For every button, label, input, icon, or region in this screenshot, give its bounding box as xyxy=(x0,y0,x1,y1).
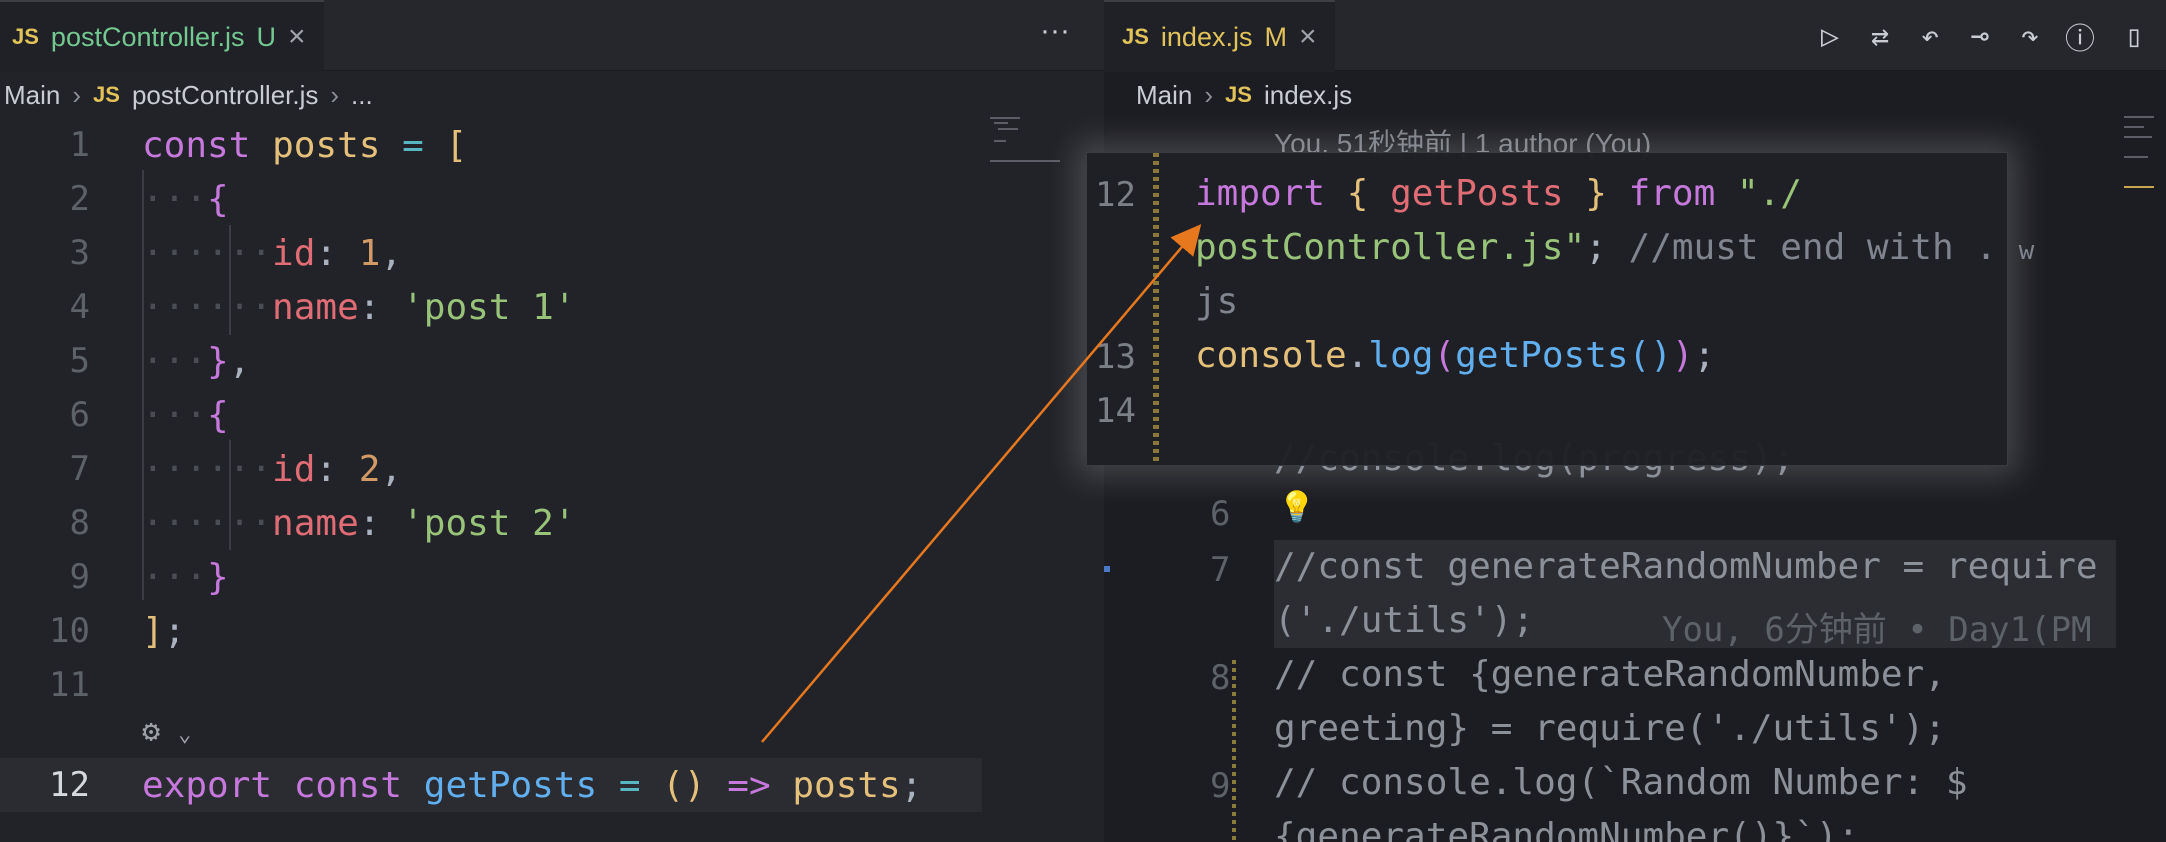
annotation-arrow xyxy=(761,224,1202,743)
